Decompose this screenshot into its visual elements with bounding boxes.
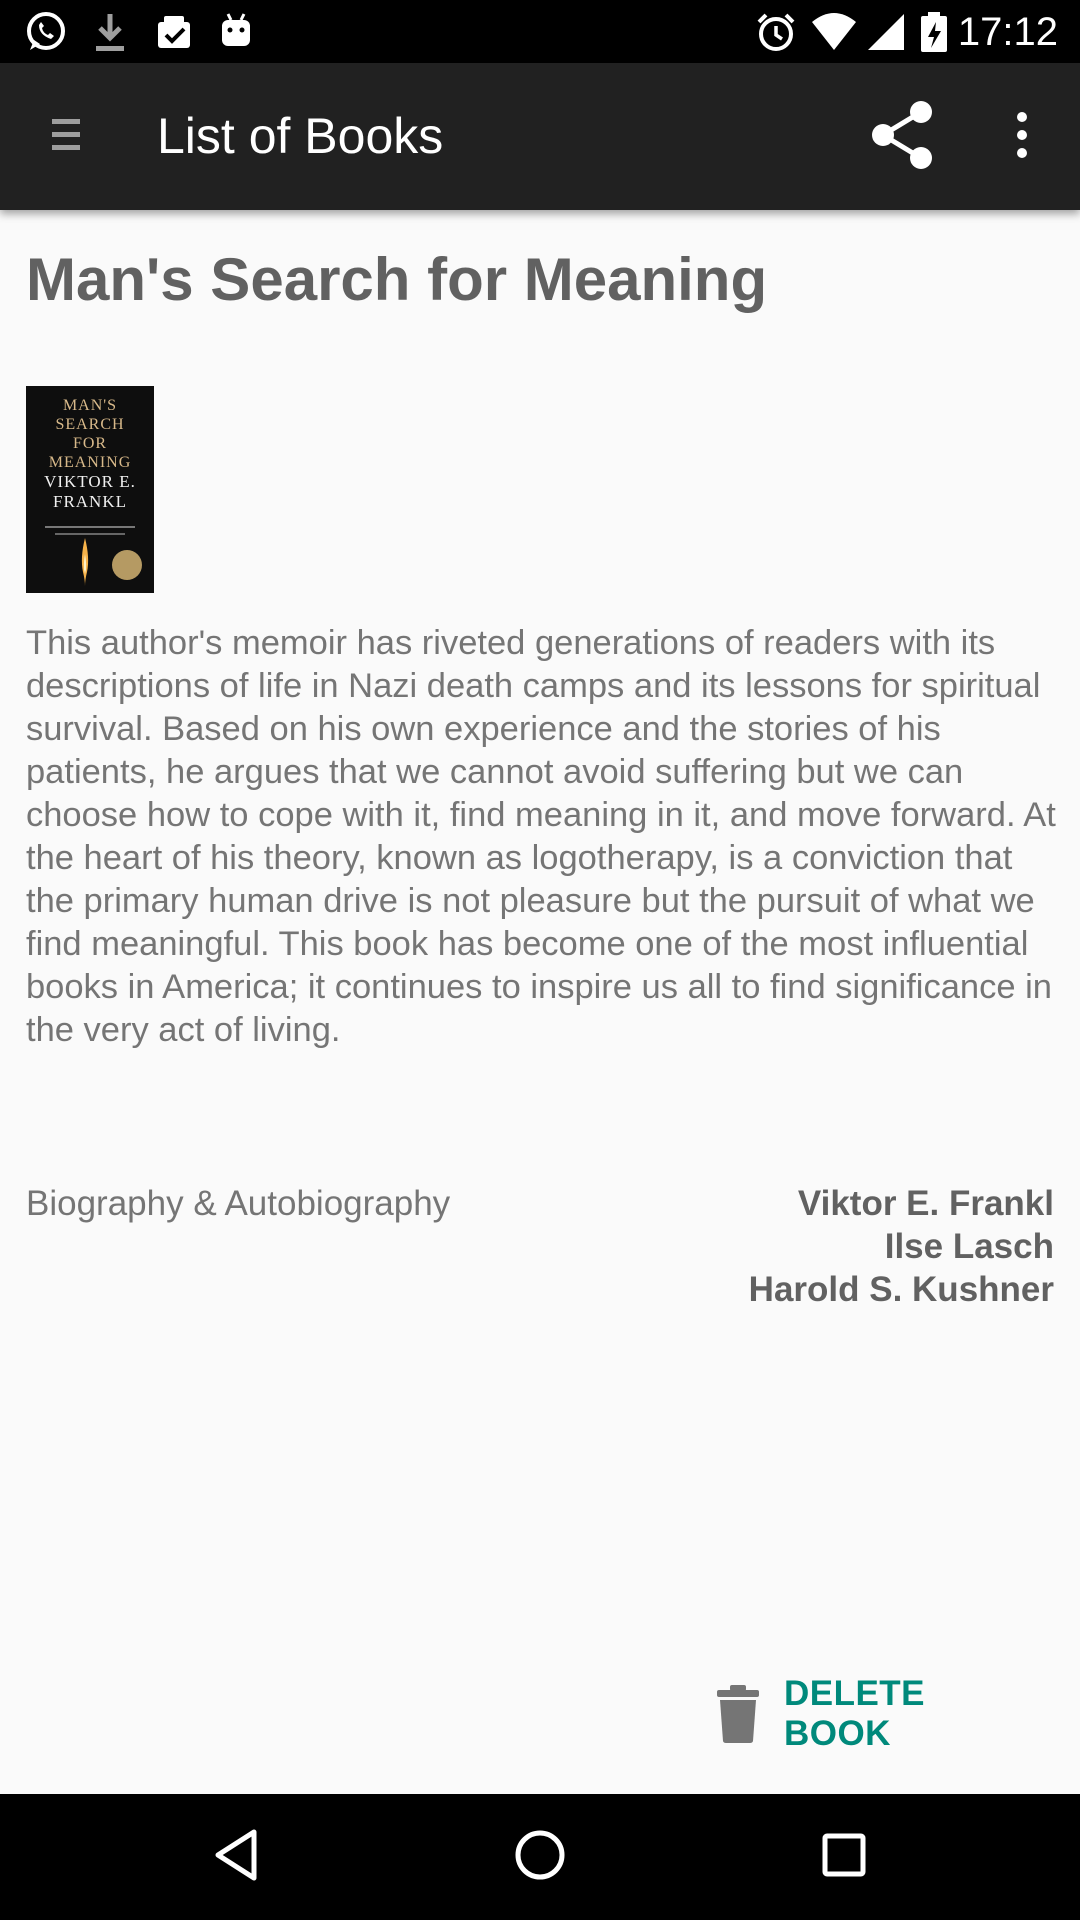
download-icon (86, 8, 134, 56)
alarm-icon (752, 8, 800, 56)
author-name: Ilse Lasch (884, 1227, 1054, 1266)
cover-title-line: MEANING (48, 454, 132, 471)
clipboard-check-icon (150, 8, 198, 56)
status-bar: 17:12 (0, 0, 1080, 63)
author-name: Harold S. Kushner (748, 1270, 1054, 1309)
delete-book-label: DELETE BOOK (783, 1674, 926, 1753)
cover-subtitle-rule (45, 526, 135, 528)
cover-subtitle-rule (55, 533, 125, 535)
book-title: Man's Search for Meaning (26, 246, 768, 313)
cover-author-line: VIKTOR E. (44, 472, 136, 491)
delete-book-button[interactable]: DELETE BOOK (712, 1672, 1042, 1756)
recents-icon (820, 1831, 868, 1884)
app-bar: List of Books (0, 63, 1080, 210)
cover-title-line: MAN'S (62, 397, 118, 414)
cover-title-line: SEARCH (55, 416, 125, 433)
candle-flame-icon (81, 538, 89, 586)
status-time: 17:12 (957, 10, 1058, 54)
battery-charging-icon (910, 8, 958, 56)
book-cover-image: MAN'S SEARCH FOR MEANING VIKTOR E. FRANK… (26, 386, 154, 593)
more-vert-icon (1014, 111, 1030, 164)
book-description: This author's memoir has riveted generat… (26, 624, 1056, 1049)
more-options-button[interactable] (990, 101, 1054, 173)
app-bar-title: List of Books (157, 108, 444, 164)
book-authors: Viktor E. Frankl Ilse Lasch Harold S. Ku… (749, 1182, 1054, 1311)
cover-seal-badge (112, 550, 142, 580)
trash-icon (712, 1683, 764, 1745)
signal-icon (862, 8, 910, 56)
whatsapp-icon (22, 8, 70, 56)
cover-title-line: FOR (72, 435, 108, 452)
navigation-bar (0, 1794, 1080, 1920)
recents-button[interactable] (804, 1820, 884, 1894)
share-icon (869, 100, 935, 175)
cover-author-line: FRANKL (52, 492, 127, 511)
home-icon (513, 1828, 567, 1887)
book-category: Biography & Autobiography (26, 1184, 451, 1223)
android-icon (212, 8, 260, 56)
back-button[interactable] (196, 1820, 276, 1894)
menu-button[interactable] (30, 101, 102, 173)
wifi-icon (810, 8, 858, 56)
home-button[interactable] (500, 1820, 580, 1894)
menu-icon (50, 115, 82, 160)
author-name: Viktor E. Frankl (797, 1184, 1054, 1223)
share-button[interactable] (860, 100, 944, 175)
back-icon (212, 1828, 260, 1887)
